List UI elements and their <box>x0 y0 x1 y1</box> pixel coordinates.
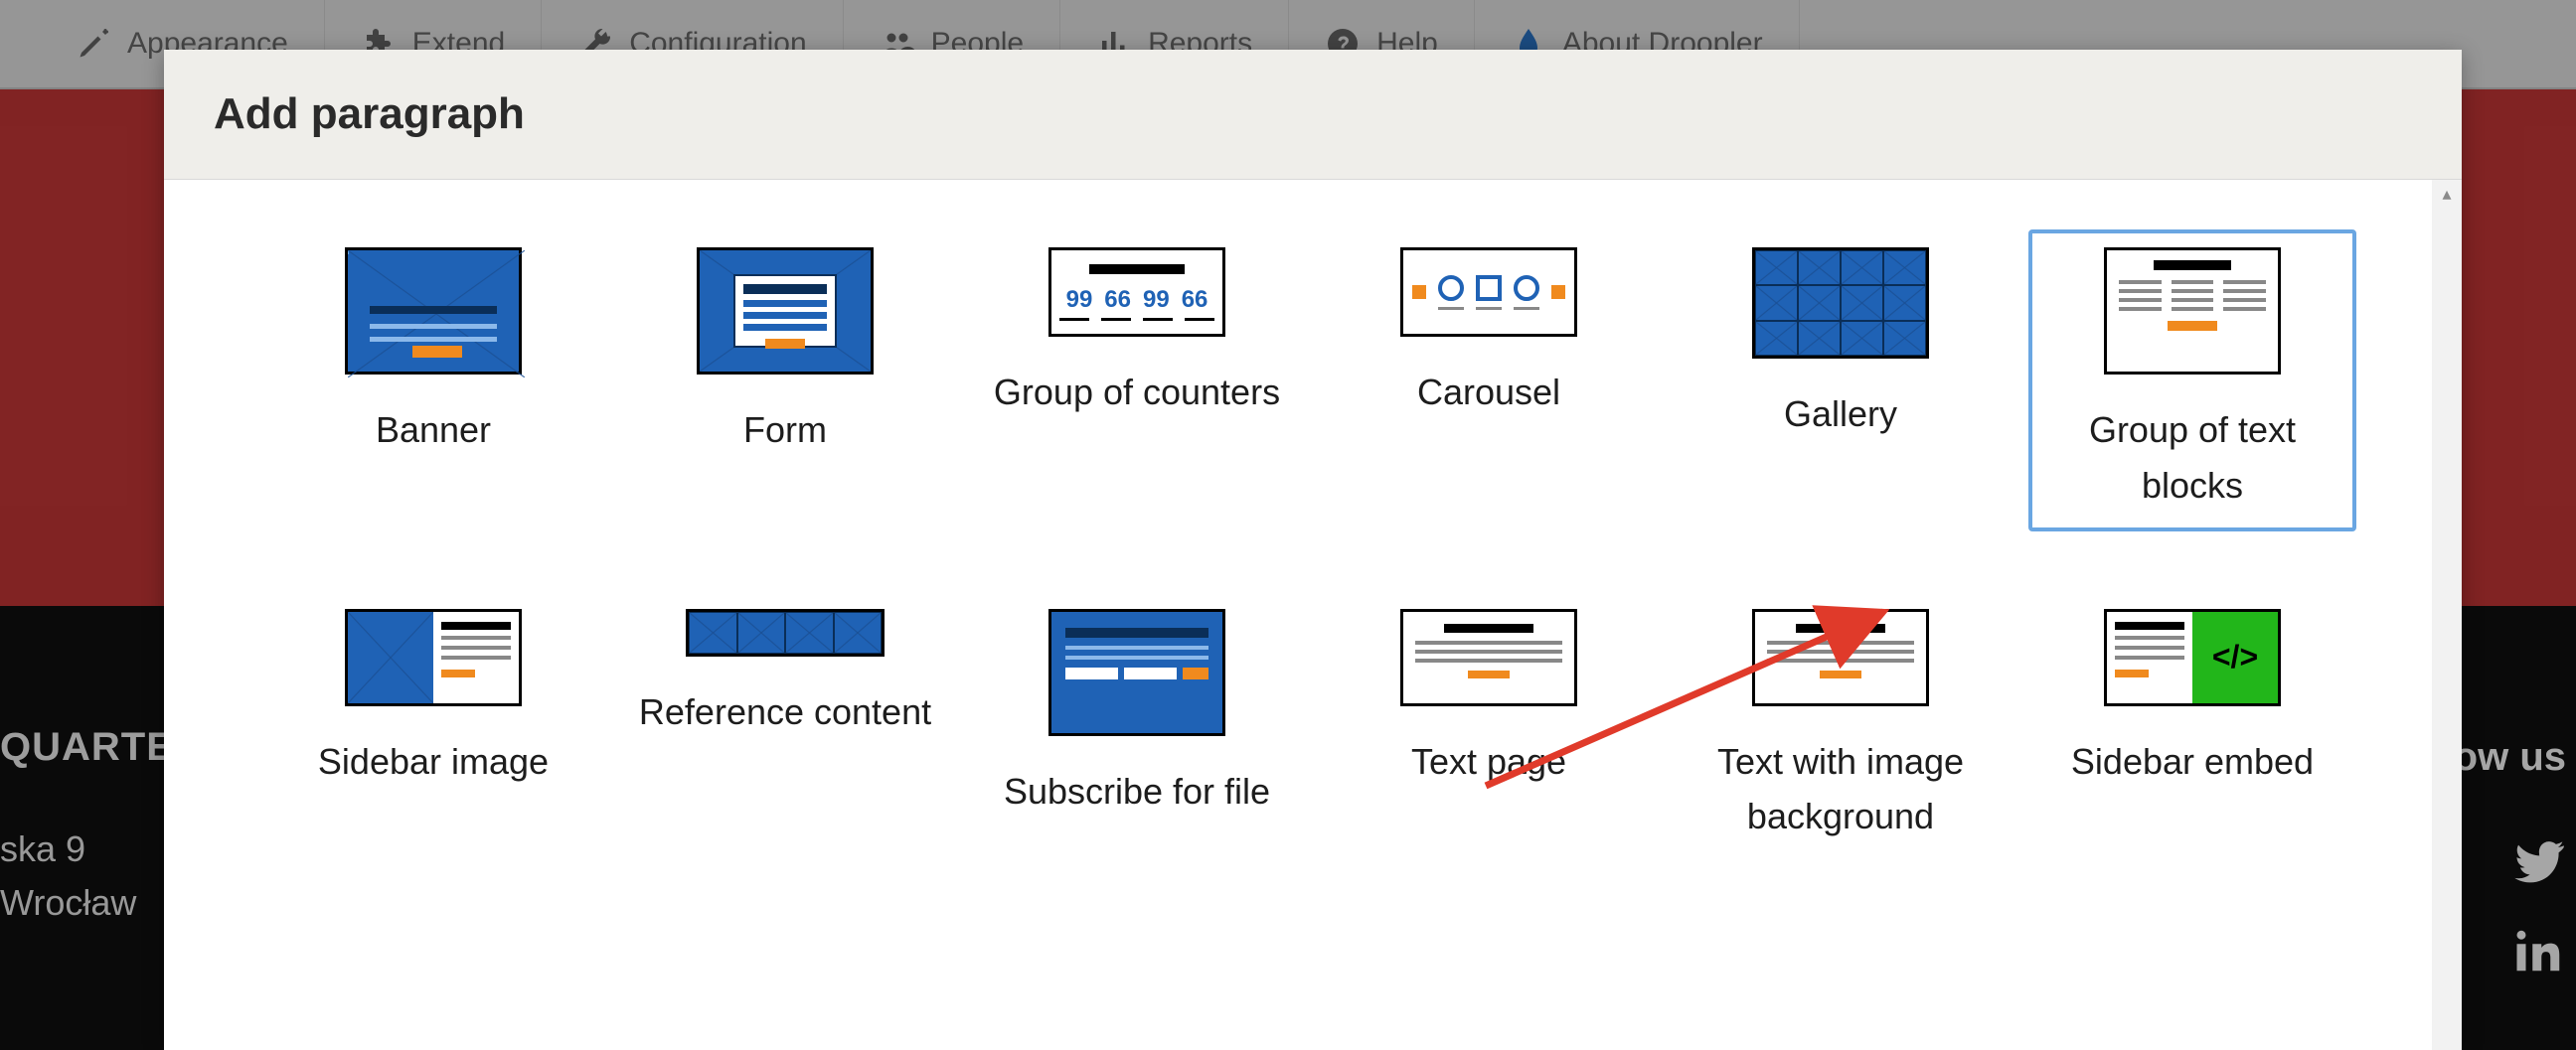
option-subscribe-file[interactable]: Subscribe for file <box>973 591 1301 863</box>
option-carousel[interactable]: Carousel <box>1325 229 1653 531</box>
carousel-prev-icon <box>1412 285 1426 299</box>
option-label: Text page <box>1411 734 1566 790</box>
option-label: Banner <box>376 402 491 458</box>
text-page-thumbnail <box>1400 609 1577 706</box>
option-label: Text with image background <box>1690 734 1991 845</box>
subscribe-file-thumbnail <box>1048 609 1225 736</box>
group-text-blocks-thumbnail <box>2104 247 2281 375</box>
option-label: Carousel <box>1417 365 1560 420</box>
sidebar-embed-thumbnail: </> <box>2104 609 2281 706</box>
modal-body: ▴ Banner <box>164 180 2462 1050</box>
option-sidebar-image[interactable]: Sidebar image <box>269 591 597 863</box>
option-sidebar-embed[interactable]: </> Sidebar embed <box>2028 591 2356 863</box>
gallery-thumbnail <box>1752 247 1929 359</box>
option-label: Sidebar image <box>318 734 549 790</box>
option-label: Reference content <box>639 684 931 740</box>
banner-thumbnail <box>345 247 522 375</box>
modal-header: Add paragraph <box>164 50 2462 180</box>
counter-sample: 66 <box>1182 286 1208 314</box>
counter-sample: 99 <box>1066 286 1093 314</box>
option-counters[interactable]: 99 66 99 66 Group of counters <box>973 229 1301 531</box>
option-reference-content[interactable]: Reference content <box>621 591 949 863</box>
option-label: Sidebar embed <box>2071 734 2314 790</box>
option-text-image-bg[interactable]: Text with image background <box>1677 591 2005 863</box>
counters-thumbnail: 99 66 99 66 <box>1048 247 1225 337</box>
option-label: Gallery <box>1784 386 1897 442</box>
scrollbar[interactable]: ▴ <box>2432 180 2462 1050</box>
option-label: Group of text blocks <box>2042 402 2342 514</box>
scrollbar-up-icon[interactable]: ▴ <box>2436 184 2458 206</box>
option-form[interactable]: Form <box>621 229 949 531</box>
code-icon: </> <box>2212 639 2258 675</box>
paragraph-type-grid: Banner Form 99 <box>269 229 2356 862</box>
add-paragraph-modal: Add paragraph ▴ Banner <box>164 50 2462 1050</box>
option-label: Form <box>743 402 827 458</box>
reference-content-thumbnail <box>686 609 885 657</box>
sidebar-image-thumbnail <box>345 609 522 706</box>
carousel-thumbnail <box>1400 247 1577 337</box>
option-label: Group of counters <box>994 365 1280 420</box>
option-gallery[interactable]: Gallery <box>1677 229 2005 531</box>
option-text-page[interactable]: Text page <box>1325 591 1653 863</box>
option-label: Subscribe for file <box>1004 764 1270 820</box>
form-thumbnail <box>697 247 874 375</box>
option-banner[interactable]: Banner <box>269 229 597 531</box>
option-group-text-blocks[interactable]: Group of text blocks <box>2028 229 2356 531</box>
text-image-bg-thumbnail <box>1752 609 1929 706</box>
carousel-next-icon <box>1551 285 1565 299</box>
counter-sample: 99 <box>1143 286 1170 314</box>
modal-title: Add paragraph <box>214 89 2412 139</box>
counter-sample: 66 <box>1104 286 1131 314</box>
